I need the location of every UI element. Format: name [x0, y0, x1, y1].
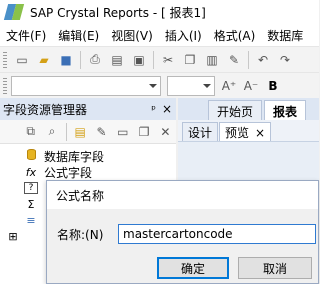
tab-preview-label: 预览: [225, 126, 250, 140]
toolbar-grip[interactable]: [3, 77, 7, 94]
tree-item-formula-fields[interactable]: fx 公式字段: [0, 164, 176, 180]
undo-icon[interactable]: ↶: [253, 50, 273, 70]
formatting-toolbar: A⁺ A⁻ B: [0, 72, 319, 98]
document-tabs: 开始页 报表: [178, 98, 319, 120]
tab-start-page[interactable]: 开始页: [208, 100, 263, 120]
duplicate-icon[interactable]: ❐: [134, 122, 153, 142]
edit-icon[interactable]: ✎: [92, 122, 111, 142]
menu-edit[interactable]: 编辑(E): [52, 27, 105, 44]
sql-icon: ≡: [26, 213, 36, 227]
format-painter-icon[interactable]: ✎: [224, 50, 244, 70]
field-explorer-title: 字段资源管理器: [3, 102, 88, 117]
field-explorer-header: 字段资源管理器 ᵖ ×: [0, 98, 176, 120]
menu-insert[interactable]: 插入(I): [159, 27, 208, 44]
tab-preview[interactable]: 预览 ×: [219, 122, 272, 141]
tab-report[interactable]: 报表: [264, 100, 307, 120]
toolbar-separator: [80, 50, 81, 69]
close-icon[interactable]: ×: [255, 126, 265, 140]
new-icon[interactable]: ▭: [12, 50, 32, 70]
new-icon[interactable]: ▤: [71, 122, 90, 142]
redo-icon[interactable]: ↷: [275, 50, 295, 70]
cancel-button[interactable]: 取消: [238, 257, 312, 279]
dialog-body: 名称:(N) 确定 取消: [47, 209, 318, 283]
formula-name-input[interactable]: [118, 224, 316, 244]
delete-icon[interactable]: ✕: [156, 122, 175, 142]
ok-button[interactable]: 确定: [157, 257, 229, 279]
menu-bar: 文件(F) 编辑(E) 视图(V) 插入(I) 格式(A) 数据库: [0, 24, 319, 46]
insert-to-report-icon[interactable]: ⧉: [21, 122, 40, 142]
formula-name-dialog: 公式名称 名称:(N) 确定 取消: [46, 180, 319, 284]
toolbar-separator: [248, 50, 249, 69]
expand-icon[interactable]: ⊞: [6, 230, 20, 243]
parameter-icon: ?: [24, 182, 38, 194]
tree-item-database-fields[interactable]: 数据库字段: [0, 148, 176, 164]
open-folder-icon[interactable]: ▰: [34, 50, 54, 70]
paste-icon[interactable]: ▥: [202, 50, 222, 70]
tree-item-label: 公式字段: [44, 165, 93, 180]
export-icon[interactable]: ▣: [129, 50, 149, 70]
font-size-select[interactable]: [167, 75, 215, 96]
shrink-font-icon[interactable]: A⁻: [241, 76, 261, 96]
menu-database[interactable]: 数据库: [261, 27, 309, 44]
grow-font-icon[interactable]: A⁺: [219, 76, 239, 96]
browse-icon[interactable]: ⌕: [42, 122, 61, 142]
sigma-icon: Σ: [27, 197, 35, 211]
pin-icon[interactable]: ᵖ: [151, 103, 156, 116]
database-icon: [24, 149, 38, 163]
standard-toolbar: ▭ ▰ ■ ⎙ ▤ ▣ ✂ ❐ ▥ ✎ ↶ ↷: [0, 46, 319, 72]
menu-format[interactable]: 格式(A): [208, 27, 262, 44]
print-icon[interactable]: ⎙: [85, 50, 105, 70]
formula-icon: fx: [25, 165, 37, 179]
font-name-select[interactable]: [11, 75, 161, 96]
toolbar-grip[interactable]: [3, 51, 7, 68]
toolbar-separator: [65, 122, 67, 141]
print-preview-icon[interactable]: ▤: [107, 50, 127, 70]
cut-icon[interactable]: ✂: [158, 50, 178, 70]
app-logo-icon: [3, 4, 25, 20]
toolbar-separator: [153, 50, 154, 69]
chevron-down-icon: [203, 83, 211, 88]
dialog-title: 公式名称: [47, 181, 318, 209]
window-title: SAP Crystal Reports - [ 报表1]: [30, 5, 206, 20]
field-explorer-toolbar: ⧉ ⌕ ▤ ✎ ▭ ❐ ✕: [0, 120, 176, 144]
tab-design[interactable]: 设计: [182, 122, 219, 141]
name-label: 名称:(N): [57, 228, 104, 242]
close-panel-icon[interactable]: ×: [162, 102, 172, 116]
menu-view[interactable]: 视图(V): [105, 27, 159, 44]
title-bar: SAP Crystal Reports - [ 报表1]: [0, 0, 319, 24]
tree-item-label: 数据库字段: [44, 149, 105, 164]
bold-icon[interactable]: B: [263, 76, 283, 96]
rename-icon[interactable]: ▭: [113, 122, 132, 142]
chevron-down-icon: [149, 83, 157, 88]
menu-file[interactable]: 文件(F): [0, 27, 52, 44]
copy-icon[interactable]: ❐: [180, 50, 200, 70]
view-tabs: 设计 预览 ×: [178, 120, 319, 142]
save-icon[interactable]: ■: [56, 50, 76, 70]
